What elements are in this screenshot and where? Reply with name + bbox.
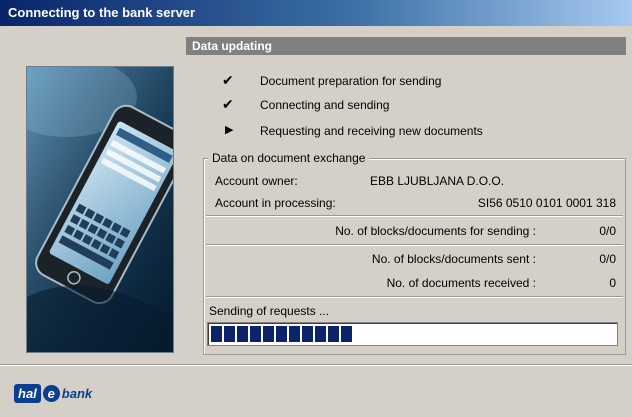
group-title: Data on document exchange [208,151,370,165]
progress-block [289,326,300,342]
progress-block [328,326,339,342]
progress-bar [207,322,618,346]
step-label: Connecting and sending [260,98,390,112]
account-owner-label: Account owner: [215,174,298,188]
blocks-for-sending-value: 0/0 [599,224,616,238]
step-document-preparation: ✔ Document preparation for sending [222,71,542,91]
progress-block [224,326,235,342]
status-text: Sending of requests ... [209,304,330,318]
logo-bank: bank [61,386,93,401]
account-processing-value: SI56 0510 0101 0001 318 [477,196,616,210]
progress-block [237,326,248,342]
footer-divider [0,364,632,366]
window-title: Connecting to the bank server [8,5,196,20]
window-title-bar[interactable]: Connecting to the bank server [0,0,632,26]
step-label: Document preparation for sending [260,74,442,88]
divider [206,244,623,246]
logo-hal: hal [14,384,41,403]
step-label: Requesting and receiving new documents [260,124,483,138]
account-processing-label: Account in processing: [215,196,336,210]
progress-block [211,326,222,342]
progress-fill [211,326,352,342]
docs-received-label: No. of documents received : [386,276,536,290]
section-title: Data updating [192,39,272,53]
arrow-right-icon: ▶ [225,124,234,136]
halebank-logo: hal e bank [14,383,92,404]
progress-block [315,326,326,342]
progress-block [302,326,313,342]
blocks-sent-label: No. of blocks/documents sent : [371,252,536,266]
progress-block [341,326,352,342]
section-header: Data updating [186,37,626,55]
step-connecting-sending: ✔ Connecting and sending [222,95,542,115]
progress-block [250,326,261,342]
progress-block [263,326,274,342]
check-icon: ✔ [222,72,234,88]
divider [206,296,623,298]
account-owner-value: EBB LJUBLJANA D.O.O. [370,174,505,188]
progress-block [276,326,287,342]
docs-received-value: 0 [609,276,616,290]
logo-e: e [42,385,60,402]
check-icon: ✔ [222,96,234,112]
blocks-sent-value: 0/0 [599,252,616,266]
divider [206,215,623,217]
smartphone-illustration [26,66,174,353]
blocks-for-sending-label: No. of blocks/documents for sending : [335,224,536,238]
step-requesting-receiving: ▶ Requesting and receiving new documents [222,121,542,141]
